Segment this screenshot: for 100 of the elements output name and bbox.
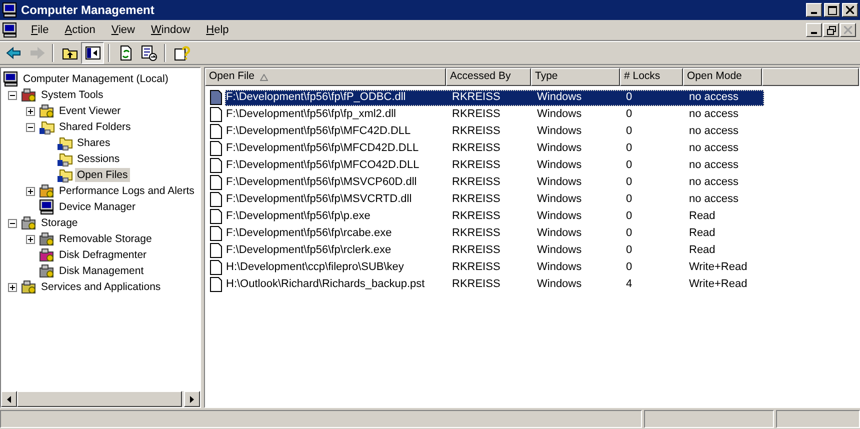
table-cell-text: RKREISS (451, 107, 502, 122)
tree-pane-icon (84, 45, 100, 61)
file-icon (210, 277, 222, 292)
column-header[interactable]: Open File (205, 68, 446, 86)
table-row[interactable]: F:\Development\fp56\fp\fp_xml2.dll RKREISS Windows 0 no access (225, 106, 764, 122)
expand-toggle[interactable] (26, 106, 34, 116)
table-cell-text: 0 (625, 107, 634, 122)
table-cell-text: Windows (536, 141, 583, 156)
scroll-right-button[interactable] (184, 391, 200, 407)
file-icon (210, 192, 222, 207)
close-icon (844, 26, 852, 34)
computer-icon (39, 199, 55, 215)
back-arrow-icon (6, 45, 22, 61)
horizontal-scrollbar[interactable] (1, 391, 200, 407)
menu-item[interactable]: View (103, 22, 143, 38)
minimize-button[interactable] (806, 23, 822, 37)
table-cell-text: F:\Development\fp56\fp\MSVCRTD.dll (226, 192, 413, 208)
collapse-toggle[interactable] (8, 90, 16, 100)
table-row[interactable]: F:\Development\fp56\fp\rclerk.exe RKREISS Windows 0 Read (225, 242, 764, 258)
table-cell-text: 0 (625, 158, 634, 174)
menu-item[interactable]: Window (143, 22, 198, 38)
tree-item[interactable]: Performance Logs and Alerts (57, 184, 196, 198)
minus-icon (10, 220, 14, 226)
table-cell-text: 0 (625, 260, 634, 276)
table-row[interactable]: F:\Development\fp56\fp\MFCO42D.DLL RKREISS Windows 0 no access (225, 158, 764, 174)
table-cell-text: 0 (625, 226, 634, 242)
column-header[interactable]: Type (531, 68, 620, 86)
tree-item[interactable]: Event Viewer (57, 104, 123, 118)
table-row[interactable]: F:\Development\fp56\fp\rcabe.exe RKREISS Windows 0 Read (225, 226, 764, 242)
table-cell-text: F:\Development\fp56\fp\MFC42D.DLL (226, 124, 412, 140)
tree-item[interactable]: Services and Applications (39, 280, 163, 294)
computer-icon (2, 22, 18, 38)
table-cell-text: no access (688, 192, 740, 208)
close-button[interactable] (840, 23, 856, 37)
scroll-thumb[interactable] (17, 391, 182, 407)
menu-item[interactable]: Help (198, 22, 237, 38)
expand-toggle[interactable] (8, 282, 16, 292)
restore-icon (826, 26, 836, 34)
table-cell-text: Read (688, 243, 716, 258)
table-cell-text: Windows (536, 90, 583, 106)
table-cell-text: Windows (536, 277, 583, 292)
column-header[interactable]: Accessed By (446, 68, 531, 86)
file-icon (210, 107, 222, 122)
tree-item[interactable]: Disk Defragmenter (57, 248, 149, 262)
tree-item[interactable]: Shared Folders (57, 120, 133, 134)
menu-item[interactable]: Action (56, 22, 104, 38)
tree-item[interactable]: Shares (75, 136, 112, 150)
table-cell-text: no access (688, 107, 740, 122)
close-button[interactable] (842, 3, 858, 17)
tree-item[interactable]: System Tools (39, 88, 106, 102)
collapse-toggle[interactable] (26, 122, 34, 132)
close-icon (846, 6, 854, 14)
table-row[interactable]: H:\Outlook\Richard\Richards_backup.pst RKREISS Windows 4 Write+Read (225, 276, 764, 292)
menu-item[interactable]: File (23, 22, 57, 38)
table-row[interactable]: F:\Development\fp56\fp\MFC42D.DLL RKREISS Windows 0 no access (225, 124, 764, 140)
table-row[interactable]: F:\Development\fp56\fp\MFCD42D.DLL RKREISS Windows 0 no access (225, 140, 764, 156)
table-cell-text: Windows (536, 209, 583, 224)
table-row[interactable]: H:\Development\ccp\filepro\SUB\key RKREISS Windows 0 Write+Read (225, 260, 764, 276)
table-cell-text: 0 (625, 175, 634, 190)
table-row[interactable]: F:\Development\fp56\fp\MSVCRTD.dll RKREISS Windows 0 no access (225, 192, 764, 208)
tree-item[interactable]: Disk Management (57, 264, 146, 278)
table-cell-text: Windows (536, 124, 583, 140)
tree-item[interactable]: Sessions (75, 152, 122, 166)
forward-arrow-icon (28, 45, 44, 61)
tree-item[interactable]: Computer Management (Local) (21, 72, 170, 86)
collapse-toggle[interactable] (8, 218, 16, 228)
toolbar-button[interactable] (81, 42, 104, 64)
table-cell-text: Windows (536, 158, 583, 174)
table-cell-text: no access (688, 158, 740, 174)
table-cell-text: 0 (625, 192, 634, 208)
left-arrow-icon (7, 396, 11, 402)
expand-toggle[interactable] (26, 186, 34, 196)
minimize-button[interactable] (806, 3, 822, 17)
table-cell-text: RKREISS (451, 175, 502, 190)
scroll-left-button[interactable] (1, 391, 17, 407)
table-cell-text: RKREISS (451, 277, 502, 292)
plus-icon (10, 284, 14, 290)
table-row[interactable]: F:\Development\fp56\fp\MSVCP60D.dll RKREISS Windows 0 no access (225, 174, 764, 190)
tree-item[interactable]: Removable Storage (57, 232, 154, 246)
maximize-button[interactable] (824, 3, 840, 17)
table-row[interactable]: F:\Development\fp56\fp\p.exe RKREISS Windows 0 Read (225, 208, 764, 224)
table-cell-text: Windows (536, 243, 583, 258)
column-header[interactable]: # Locks (620, 68, 683, 86)
table-cell-text: 0 (625, 243, 634, 258)
file-icon (210, 158, 222, 173)
tree-item[interactable]: Storage (39, 216, 80, 230)
tree-item[interactable]: Open Files (75, 168, 130, 182)
table-cell-text: RKREISS (451, 192, 502, 208)
column-header[interactable]: Open Mode (683, 68, 762, 86)
table-cell-text: Windows (536, 226, 583, 242)
file-icon (210, 141, 222, 156)
expand-toggle[interactable] (26, 234, 34, 244)
restore-button[interactable] (823, 23, 839, 37)
table-row[interactable]: F:\Development\fp56\fp\fP_ODBC.dll RKREISS Windows 0 no access (225, 90, 764, 106)
tree-item[interactable]: Device Manager (57, 200, 138, 214)
table-cell-text: Read (688, 226, 716, 242)
table-cell-text: 4 (625, 277, 634, 292)
table-cell-text: F:\Development\fp56\fp\MFCO42D.DLL (226, 158, 420, 174)
file-icon (210, 260, 222, 275)
computer-icon (3, 71, 19, 87)
